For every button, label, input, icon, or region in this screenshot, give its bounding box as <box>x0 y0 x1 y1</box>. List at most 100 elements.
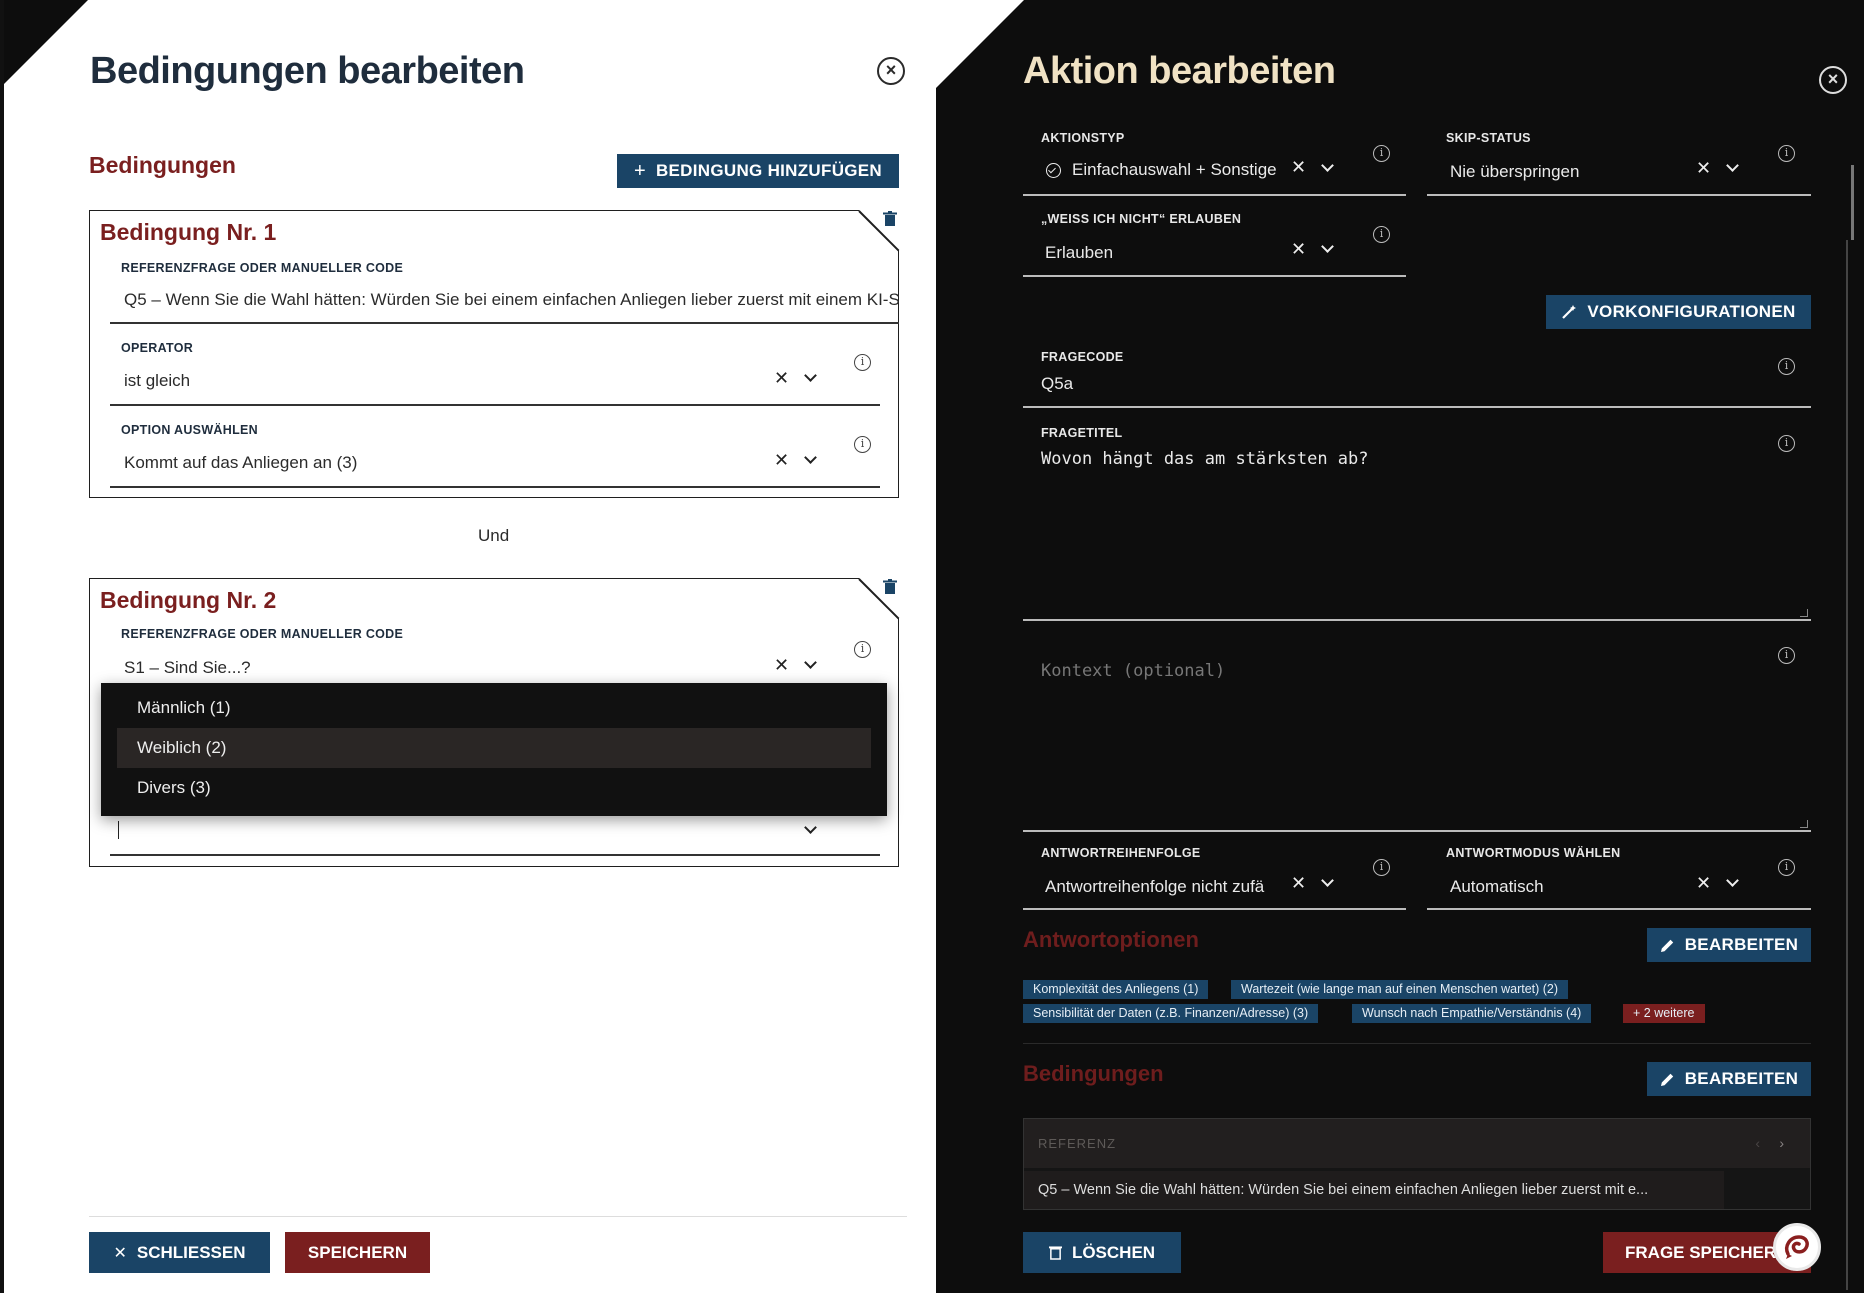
ref-question-input[interactable]: S1 – Sind Sie...? <box>124 658 724 678</box>
operator-label: OPERATOR <box>121 341 194 355</box>
pencil-icon <box>1660 1073 1673 1086</box>
option-label: OPTION AUSWÄHLEN <box>121 423 258 437</box>
section-title-conditions: Bedingungen <box>89 152 236 178</box>
operator-select[interactable]: ist gleich <box>124 371 724 391</box>
info-icon[interactable]: i <box>1373 859 1390 876</box>
left-edge-strip <box>0 0 4 1293</box>
page-title: Bedingungen bearbeiten <box>90 50 525 92</box>
radio-check-icon <box>1046 163 1061 178</box>
question-code-input[interactable]: Q5a <box>1041 374 1441 394</box>
section-divider <box>1023 1043 1811 1044</box>
dropdown-option[interactable]: Männlich (1) <box>117 688 871 728</box>
skip-status-label: SKIP-STATUS <box>1446 131 1531 145</box>
conditions-editor-panel: Bedingungen bearbeiten × Bedingungen + B… <box>0 0 936 1293</box>
close-button-label: SCHLIESSEN <box>136 1242 246 1262</box>
ref-question-input[interactable]: Q5 – Wenn Sie die Wahl hätten: Würden Si… <box>124 290 899 310</box>
magic-wand-icon <box>1562 305 1577 319</box>
option-dropdown: Männlich (1) Weiblich (2) Divers (3) <box>101 683 887 816</box>
dont-know-label: „WEISS ICH NICHT“ ERLAUBEN <box>1041 212 1242 226</box>
dont-know-select[interactable]: Erlauben <box>1045 243 1265 263</box>
page-title-action: Aktion bearbeiten <box>1023 50 1336 92</box>
info-icon[interactable]: i <box>1778 145 1795 162</box>
close-x-icon: ✕ <box>113 1244 127 1262</box>
add-condition-label: BEDINGUNG HINZUFÜGEN <box>655 161 883 180</box>
close-button[interactable]: ✕ SCHLIESSEN <box>89 1232 270 1273</box>
clear-x-icon[interactable]: ✕ <box>774 655 789 676</box>
edit-conditions-button[interactable]: BEARBEITEN <box>1647 1062 1811 1096</box>
divider <box>1023 619 1811 621</box>
action-type-label: AKTIONSTYP <box>1041 131 1125 145</box>
ref-question-label: REFERENZFRAGE ODER MANUELLER CODE <box>121 261 404 275</box>
answer-mode-select[interactable]: Automatisch <box>1450 877 1670 897</box>
divider <box>1023 830 1811 832</box>
question-title-label: FRAGETITEL <box>1041 426 1123 440</box>
info-icon[interactable]: i <box>854 436 871 453</box>
answer-tag: Wartezeit (wie lange man auf einen Mensc… <box>1231 980 1569 999</box>
trash-icon[interactable] <box>883 579 897 595</box>
info-icon[interactable]: i <box>1778 859 1795 876</box>
question-title-textarea[interactable]: Wovon hängt das am stärksten ab? <box>1041 449 1741 469</box>
info-icon[interactable]: i <box>854 354 871 371</box>
chevron-down-icon[interactable] <box>804 821 817 834</box>
trash-icon <box>1048 1246 1062 1260</box>
pencil-icon <box>1660 939 1673 952</box>
clear-x-icon[interactable]: ✕ <box>774 450 789 471</box>
info-icon[interactable]: i <box>854 641 871 658</box>
connector-and: Und <box>478 526 510 545</box>
text-cursor <box>118 821 119 839</box>
chevron-left-icon[interactable]: ‹ <box>1755 1135 1760 1151</box>
edit-answer-options-button[interactable]: BEARBEITEN <box>1647 928 1811 962</box>
dropdown-option[interactable]: Divers (3) <box>117 768 871 808</box>
clear-x-icon[interactable]: ✕ <box>1291 873 1306 894</box>
divider <box>1023 275 1406 277</box>
chevron-down-icon[interactable] <box>804 656 817 669</box>
preconfigurations-button[interactable]: VORKONFIGURATIONEN <box>1546 295 1811 329</box>
condition-title: Bedingung Nr. 1 <box>100 219 277 245</box>
delete-button[interactable]: LÖSCHEN <box>1023 1232 1181 1273</box>
chevron-down-icon[interactable] <box>804 369 817 382</box>
info-icon[interactable]: i <box>1373 145 1390 162</box>
answer-order-label: ANTWORTREIHENFOLGE <box>1041 846 1201 860</box>
divider <box>110 854 880 856</box>
conditions-title: Bedingungen <box>1023 1061 1164 1086</box>
info-icon[interactable]: i <box>1373 226 1390 243</box>
clear-x-icon[interactable]: ✕ <box>1291 157 1306 178</box>
dropdown-option-highlighted[interactable]: Weiblich (2) <box>117 728 871 768</box>
question-code-label: FRAGECODE <box>1041 350 1124 364</box>
answer-options-title: Antwortoptionen <box>1023 927 1199 952</box>
chevron-down-icon[interactable] <box>804 451 817 464</box>
resize-handle[interactable] <box>1800 609 1808 617</box>
info-icon[interactable]: i <box>1778 435 1795 452</box>
option-select[interactable]: Kommt auf das Anliegen an (3) <box>124 453 724 473</box>
clear-x-icon[interactable]: ✕ <box>774 368 789 389</box>
context-textarea[interactable]: Kontext (optional) <box>1041 661 1741 681</box>
condition-card-1: Bedingung Nr. 1 REFERENZFRAGE ODER MANUE… <box>89 210 899 498</box>
edit-label: BEARBEITEN <box>1684 935 1799 954</box>
clear-x-icon[interactable]: ✕ <box>1291 239 1306 260</box>
close-icon[interactable]: × <box>1819 66 1847 94</box>
skip-status-select[interactable]: Nie überspringen <box>1450 162 1670 182</box>
divider <box>110 322 899 324</box>
brand-logo-icon[interactable] <box>1773 1223 1821 1271</box>
condition-title: Bedingung Nr. 2 <box>100 587 277 613</box>
clear-x-icon[interactable]: ✕ <box>1696 158 1711 179</box>
ref-question-label: REFERENZFRAGE ODER MANUELLER CODE <box>121 627 404 641</box>
info-icon[interactable]: i <box>1778 358 1795 375</box>
reference-table-header: REFERENZ <box>1024 1119 1810 1168</box>
more-tags-badge[interactable]: + 2 weitere <box>1623 1004 1705 1023</box>
scrollbar-track[interactable] <box>1846 240 1848 1290</box>
answer-order-select[interactable]: Antwortreihenfolge nicht zufä <box>1045 877 1283 897</box>
chevron-right-icon[interactable]: › <box>1779 1135 1784 1151</box>
divider <box>1427 908 1811 910</box>
close-icon[interactable]: × <box>877 57 905 85</box>
table-row[interactable]: Q5 – Wenn Sie die Wahl hätten: Würden Si… <box>1024 1171 1724 1209</box>
plus-icon: + <box>633 159 646 182</box>
save-button[interactable]: SPEICHERN <box>285 1232 430 1273</box>
clear-x-icon[interactable]: ✕ <box>1696 873 1711 894</box>
info-icon[interactable]: i <box>1778 647 1795 664</box>
action-type-select[interactable]: Einfachauswahl + Sonstige <box>1072 160 1292 180</box>
add-condition-button[interactable]: + BEDINGUNG HINZUFÜGEN <box>617 154 899 188</box>
scrollbar-thumb[interactable] <box>1851 165 1854 240</box>
resize-handle[interactable] <box>1800 820 1808 828</box>
trash-icon[interactable] <box>883 211 897 227</box>
